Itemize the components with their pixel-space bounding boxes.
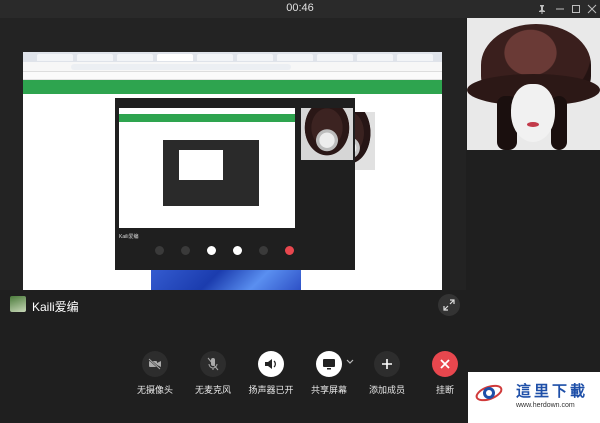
browser-tab-strip — [23, 52, 442, 62]
portrait-face — [511, 84, 555, 142]
camera-off-icon — [142, 351, 168, 377]
screen-share-icon — [316, 351, 342, 377]
watermark-logo-icon — [475, 384, 503, 402]
shared-page-header — [23, 80, 442, 94]
nested-meeting-window: Kaili爱编 — [115, 98, 355, 270]
browser-address-bar — [23, 62, 442, 72]
expand-icon — [443, 299, 455, 311]
speaker-name: Kaili爱编 — [32, 300, 79, 314]
participant-video[interactable] — [467, 18, 600, 150]
pin-icon[interactable] — [535, 2, 549, 16]
watermark-title: 這里下載 — [516, 382, 589, 400]
speaker-icon — [258, 351, 284, 377]
browser-bookmarks-bar — [23, 72, 442, 80]
plus-icon — [374, 351, 400, 377]
close-icon[interactable] — [585, 2, 599, 16]
nested-shared-screen — [119, 108, 295, 228]
maximize-icon[interactable] — [569, 2, 583, 16]
site-watermark: 這里下載 www.herdown.com — [468, 372, 600, 423]
nested-portrait — [301, 108, 353, 160]
watermark-url: www.herdown.com — [516, 402, 575, 409]
title-bar: 00:46 — [0, 0, 600, 18]
avatar — [10, 296, 26, 312]
minimize-icon[interactable] — [553, 2, 567, 16]
mic-off-icon — [200, 351, 226, 377]
shared-screen-stage: Kaili爱编 — [0, 18, 466, 323]
meeting-window: 00:46 Kaili爱编 Kaili爱编 无摄像头 无麦克风 扬声器已开 共享… — [0, 0, 600, 423]
nested-speaker-name: Kaili爱编 — [119, 234, 139, 240]
speaker-strip: Kaili爱编 — [0, 290, 466, 323]
call-timer: 00:46 — [286, 2, 314, 14]
fullscreen-button[interactable] — [438, 294, 460, 316]
hang-up-icon — [432, 351, 458, 377]
shared-screen: Kaili爱编 — [23, 52, 442, 307]
nested-toolbar — [155, 246, 315, 264]
